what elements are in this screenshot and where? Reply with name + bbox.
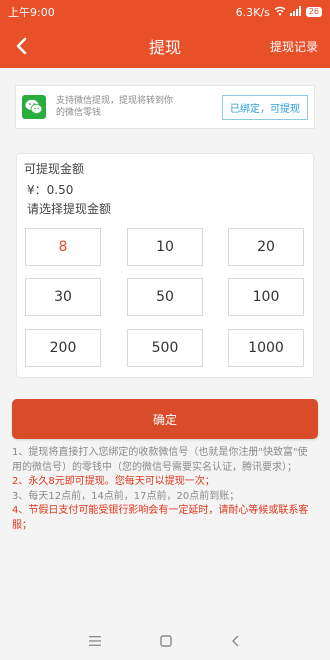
amount-option-30[interactable]: 30 (25, 278, 101, 316)
amount-option-200[interactable]: 200 (25, 329, 101, 367)
page-title: 提现 (148, 38, 181, 57)
wechat-description: 支持微信提现，提现将转到你的微信零钱 (56, 96, 174, 118)
withdraw-record-link[interactable]: 提现记录 (270, 38, 318, 55)
note-item: 1、提现将直接打入您绑定的收款微信号（也就是你注册"快致富"使用的微信号）的零钱… (12, 447, 308, 473)
battery-icon: 26 (305, 7, 322, 17)
network-speed: 6.3K/s (235, 5, 270, 19)
amount-option-500[interactable]: 500 (127, 329, 203, 367)
note-item: 2、永久8元即可提现。您每天可以提现一次； (12, 476, 215, 487)
bind-status-button[interactable]: 已绑定，可提现 (222, 95, 308, 120)
menu-icon[interactable] (88, 635, 102, 647)
wechat-binding-card: 支持微信提现，提现将转到你的微信零钱 已绑定，可提现 (15, 85, 315, 129)
wechat-icon (22, 95, 46, 119)
status-bar: 上午9:00 6.3K/s 26 (0, 0, 330, 24)
confirm-button[interactable]: 确定 (12, 399, 318, 439)
note-item: 4、节假日支付可能受银行影响会有一定延时，请耐心等候或联系客服； (12, 505, 309, 531)
status-right: 6.3K/s 26 (235, 5, 322, 19)
amount-option-50[interactable]: 50 (127, 278, 203, 316)
wifi-icon (274, 6, 286, 19)
note-item: 3、每天12点前，14点前，17点前，20点前到账； (12, 490, 240, 502)
nav-bar: 提现 提现记录 (0, 24, 330, 68)
system-nav-bar (0, 622, 330, 660)
available-label: 可提现金额 (24, 162, 85, 176)
amount-option-20[interactable]: 20 (228, 228, 304, 266)
amount-option-100[interactable]: 100 (228, 278, 304, 316)
status-time: 上午9:00 (8, 6, 55, 19)
home-icon[interactable] (159, 634, 173, 648)
back-arrow-icon[interactable] (10, 32, 34, 60)
signal-icon (289, 5, 302, 19)
amount-option-1000[interactable]: 1000 (228, 329, 304, 367)
amount-card: 可提现金额 ¥：0.50 请选择提现金额 8 10 20 30 50 100 2… (16, 153, 314, 378)
back-nav-icon[interactable] (230, 634, 242, 648)
amount-option-8[interactable]: 8 (25, 228, 101, 266)
withdraw-notes: 1、提现将直接打入您绑定的收款微信号（也就是你注册"快致富"使用的微信号）的零钱… (12, 446, 312, 533)
choose-amount-label: 请选择提现金额 (27, 202, 112, 216)
amount-option-10[interactable]: 10 (127, 228, 203, 266)
balance-value: ¥：0.50 (27, 183, 74, 197)
